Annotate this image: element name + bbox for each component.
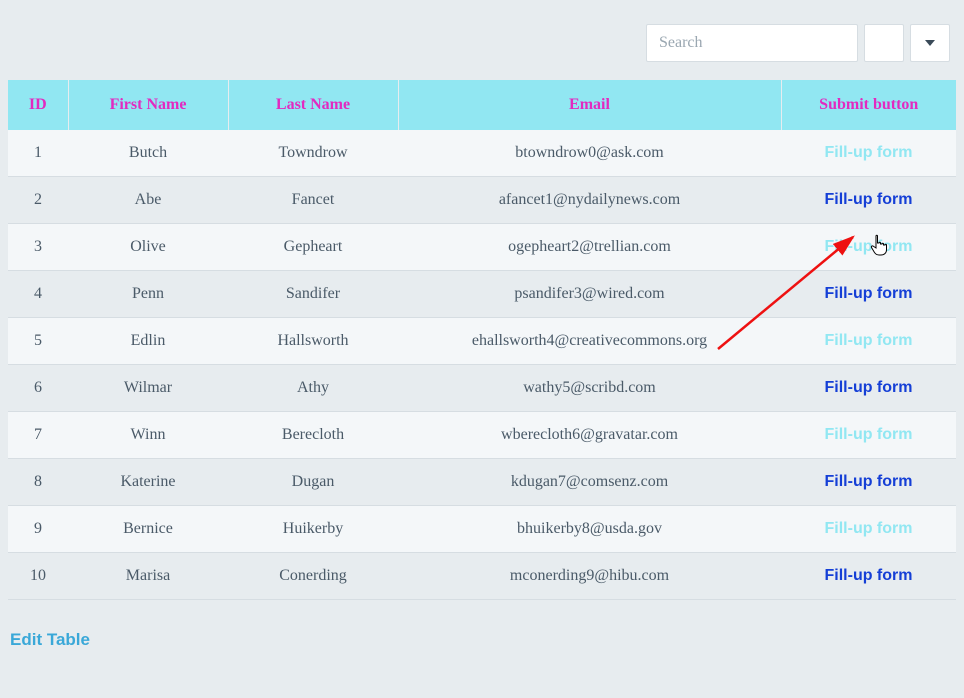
cell-email: ogepheart2@trellian.com: [398, 224, 781, 271]
column-header-id[interactable]: ID: [8, 80, 68, 130]
column-header-first-name[interactable]: First Name: [68, 80, 228, 130]
cell-submit: Fill-up form: [781, 459, 956, 506]
fill-up-form-link[interactable]: Fill-up form: [825, 520, 913, 537]
fill-up-form-link[interactable]: Fill-up form: [825, 285, 913, 302]
cell-submit: Fill-up form: [781, 412, 956, 459]
fill-up-form-link[interactable]: Fill-up form: [825, 332, 913, 349]
cell-last-name: Sandifer: [228, 271, 398, 318]
cell-submit: Fill-up form: [781, 271, 956, 318]
cell-id: 3: [8, 224, 68, 271]
cell-email: btowndrow0@ask.com: [398, 130, 781, 177]
cell-first-name: Katerine: [68, 459, 228, 506]
cell-first-name: Butch: [68, 130, 228, 177]
cell-first-name: Edlin: [68, 318, 228, 365]
cell-id: 2: [8, 177, 68, 224]
fill-up-form-link[interactable]: Fill-up form: [825, 238, 913, 255]
fill-up-form-link[interactable]: Fill-up form: [825, 426, 913, 443]
cell-last-name: Dugan: [228, 459, 398, 506]
cell-first-name: Abe: [68, 177, 228, 224]
cell-submit: Fill-up form: [781, 553, 956, 600]
fill-up-form-link[interactable]: Fill-up form: [825, 567, 913, 584]
cell-id: 8: [8, 459, 68, 506]
table-row: 4PennSandiferpsandifer3@wired.com Fill-up…: [8, 271, 956, 318]
cell-first-name: Olive: [68, 224, 228, 271]
dropdown-toggle-button[interactable]: [910, 24, 950, 62]
table-row: 1ButchTowndrowbtowndrow0@ask.com Fill-up …: [8, 130, 956, 177]
cell-email: wberecloth6@gravatar.com: [398, 412, 781, 459]
table-row: 5EdlinHallsworthehallsworth4@creativecom…: [8, 318, 956, 365]
fill-up-form-link[interactable]: Fill-up form: [825, 473, 913, 490]
search-icon: [876, 35, 892, 51]
cell-last-name: Hallsworth: [228, 318, 398, 365]
cell-last-name: Towndrow: [228, 130, 398, 177]
table-row: 6WilmarAthywathy5@scribd.com Fill-up form: [8, 365, 956, 412]
cell-email: kdugan7@comsenz.com: [398, 459, 781, 506]
cell-email: wathy5@scribd.com: [398, 365, 781, 412]
cell-email: afancet1@nydailynews.com: [398, 177, 781, 224]
cell-email: mconerding9@hibu.com: [398, 553, 781, 600]
table-header-row: ID First Name Last Name Email Submit but…: [8, 80, 956, 130]
cell-last-name: Fancet: [228, 177, 398, 224]
cell-first-name: Wilmar: [68, 365, 228, 412]
cell-id: 9: [8, 506, 68, 553]
column-header-last-name[interactable]: Last Name: [228, 80, 398, 130]
table-row: 8KaterineDugankdugan7@comsenz.com Fill-up…: [8, 459, 956, 506]
column-header-submit[interactable]: Submit button: [781, 80, 956, 130]
cell-id: 6: [8, 365, 68, 412]
table-toolbar: [8, 24, 956, 62]
table-row: 7WinnBereclothwberecloth6@gravatar.com Fi…: [8, 412, 956, 459]
edit-table-link[interactable]: Edit Table: [10, 630, 90, 650]
cell-first-name: Penn: [68, 271, 228, 318]
cell-submit: Fill-up form: [781, 506, 956, 553]
cell-submit: Fill-up form: [781, 365, 956, 412]
search-button[interactable]: [864, 24, 904, 62]
cell-first-name: Winn: [68, 412, 228, 459]
cell-id: 4: [8, 271, 68, 318]
cell-last-name: Huikerby: [228, 506, 398, 553]
cell-submit: Fill-up form: [781, 224, 956, 271]
cell-submit: Fill-up form: [781, 318, 956, 365]
cell-id: 10: [8, 553, 68, 600]
table-row: 3OliveGepheartogepheart2@trellian.com Fil…: [8, 224, 956, 271]
cell-last-name: Berecloth: [228, 412, 398, 459]
cell-id: 1: [8, 130, 68, 177]
cell-last-name: Conerding: [228, 553, 398, 600]
table-row: 9BerniceHuikerbybhuikerby8@usda.gov Fill-…: [8, 506, 956, 553]
fill-up-form-link[interactable]: Fill-up form: [825, 191, 913, 208]
data-table: ID First Name Last Name Email Submit but…: [8, 80, 956, 600]
cell-first-name: Bernice: [68, 506, 228, 553]
cell-submit: Fill-up form: [781, 130, 956, 177]
cell-submit: Fill-up form: [781, 177, 956, 224]
fill-up-form-link[interactable]: Fill-up form: [825, 144, 913, 161]
chevron-down-icon: [925, 40, 935, 46]
table-row: 2AbeFancetafancet1@nydailynews.com Fill-u…: [8, 177, 956, 224]
cell-last-name: Gepheart: [228, 224, 398, 271]
cell-email: ehallsworth4@creativecommons.org: [398, 318, 781, 365]
cell-id: 5: [8, 318, 68, 365]
search-input[interactable]: [646, 24, 858, 62]
cell-id: 7: [8, 412, 68, 459]
table-row: 10MarisaConerdingmconerding9@hibu.com Fil…: [8, 553, 956, 600]
cell-last-name: Athy: [228, 365, 398, 412]
column-header-email[interactable]: Email: [398, 80, 781, 130]
cell-first-name: Marisa: [68, 553, 228, 600]
cell-email: bhuikerby8@usda.gov: [398, 506, 781, 553]
cell-email: psandifer3@wired.com: [398, 271, 781, 318]
fill-up-form-link[interactable]: Fill-up form: [825, 379, 913, 396]
